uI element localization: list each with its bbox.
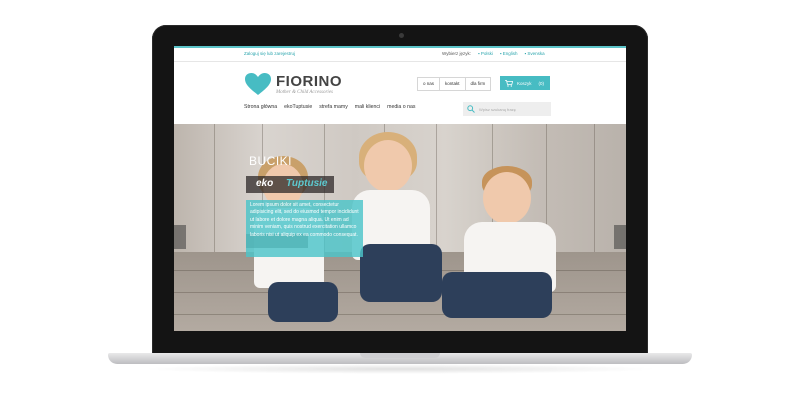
link-about[interactable]: o nas bbox=[418, 78, 441, 90]
heart-icon bbox=[245, 73, 271, 95]
hero-brand-tuptusie: Tuptusie bbox=[286, 178, 328, 189]
cart-button[interactable]: Koszyk (0) bbox=[500, 76, 550, 90]
wall-plank bbox=[594, 124, 595, 254]
login-link[interactable]: Zaloguj się lub zarejestruj bbox=[244, 51, 295, 56]
language-polski[interactable]: ▪ Polski bbox=[478, 51, 493, 56]
wall-plank bbox=[214, 124, 215, 254]
hero-title: BUCIKI bbox=[249, 154, 293, 168]
hero-brand-eko: eko bbox=[256, 178, 274, 189]
nav-home[interactable]: Strona główna bbox=[244, 104, 277, 110]
language-label: Wybierz język: bbox=[442, 51, 471, 56]
search-input[interactable]: Wpisz szukaną frazę bbox=[479, 107, 516, 112]
next-slide-button[interactable] bbox=[614, 225, 626, 249]
link-business[interactable]: dla firm bbox=[466, 78, 491, 90]
cart-label: Koszyk bbox=[517, 80, 532, 86]
logo-tagline: Mother & Child Accessories bbox=[276, 90, 333, 95]
hero-slider: BUCIKI eko Tuptusie Lorem ipsum dolor si… bbox=[174, 124, 626, 331]
camera-icon bbox=[399, 33, 404, 38]
laptop-shadow bbox=[140, 364, 660, 374]
hero-description: Lorem ipsum dolor sit amet, consectetur … bbox=[246, 200, 363, 257]
nav-strefa-mamy[interactable]: strefa mamy bbox=[319, 104, 348, 110]
nav-ekotuptusie[interactable]: ekoTuptusie bbox=[284, 104, 312, 110]
logo-name: FIORINO bbox=[276, 73, 342, 90]
language-english[interactable]: ▪ English bbox=[500, 51, 518, 56]
top-bar: Zaloguj się lub zarejestruj Wybierz języ… bbox=[174, 46, 626, 62]
laptop-screen: Zaloguj się lub zarejestruj Wybierz języ… bbox=[174, 46, 626, 331]
language-switcher: Wybierz język: ▪ Polski ▪ English ▪ Sven… bbox=[442, 51, 545, 56]
site-logo[interactable]: FIORINO Mother & Child Accessories bbox=[244, 72, 354, 98]
nav-mali-klienci[interactable]: mali klienci bbox=[355, 104, 380, 110]
cart-icon bbox=[505, 79, 513, 87]
main-nav: Strona główna ekoTuptusie strefa mamy ma… bbox=[244, 104, 415, 110]
cart-count: (0) bbox=[538, 80, 545, 86]
laptop-notch bbox=[360, 353, 440, 358]
search-icon bbox=[467, 105, 475, 113]
language-svenska[interactable]: ▪ Svenska bbox=[524, 51, 544, 56]
nav-media[interactable]: media o nas bbox=[387, 104, 415, 110]
search-box[interactable]: Wpisz szukaną frazę bbox=[463, 102, 551, 116]
prev-slide-button[interactable] bbox=[174, 225, 186, 249]
wall-plank bbox=[436, 124, 437, 254]
header-links: o nas kontakt dla firm bbox=[417, 77, 492, 91]
link-contact[interactable]: kontakt bbox=[440, 78, 466, 90]
